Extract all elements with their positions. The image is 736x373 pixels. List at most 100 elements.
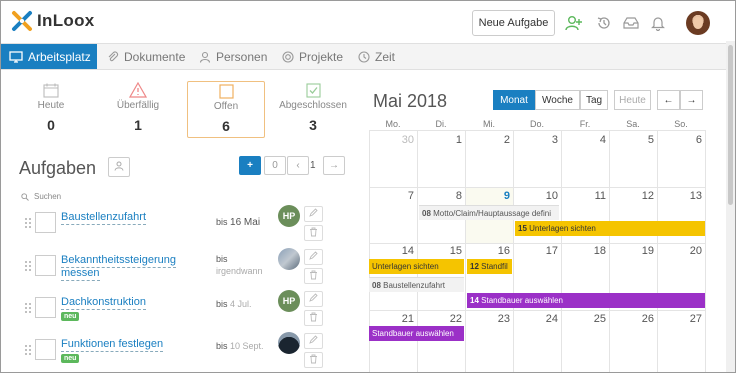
day-number[interactable]: 30 <box>394 134 414 146</box>
task-row[interactable]: Funktionen festlegen neu bis 10 Sept. <box>24 331 329 371</box>
task-checkbox[interactable] <box>35 297 56 318</box>
nav-item-personen[interactable]: Personen <box>199 44 267 69</box>
day-number[interactable]: 24 <box>538 313 558 325</box>
calendar-event[interactable]: 15 Unterlagen sichten <box>515 221 705 236</box>
calendar-event[interactable]: 08 Baustellenzufahrt <box>369 277 464 292</box>
next-page-button[interactable]: → <box>323 156 345 175</box>
view-week-button[interactable]: Woche <box>535 90 580 110</box>
task-checkbox[interactable] <box>35 255 56 276</box>
drag-handle[interactable] <box>24 260 32 272</box>
day-number[interactable]: 26 <box>634 313 654 325</box>
assignee-avatar[interactable] <box>278 248 300 270</box>
day-number[interactable]: 2 <box>490 134 510 146</box>
task-title[interactable]: Bekanntheitssteigerung <box>61 254 176 268</box>
task-title[interactable]: Baustellenzufahrt <box>61 211 146 225</box>
day-number[interactable]: 19 <box>634 245 654 257</box>
prev-page-button[interactable]: ‹ <box>287 156 309 175</box>
filter-button[interactable] <box>108 157 130 177</box>
day-number[interactable]: 13 <box>682 190 702 202</box>
day-number[interactable]: 18 <box>586 245 606 257</box>
inloox-logo[interactable]: InLoox <box>11 10 95 32</box>
delete-button[interactable] <box>304 225 323 241</box>
assignee-avatar[interactable]: HP <box>278 290 300 312</box>
trash-icon <box>309 227 318 240</box>
calendar-event[interactable]: 12 Standfil <box>467 259 512 274</box>
task-checkbox[interactable] <box>35 339 56 360</box>
edit-button[interactable] <box>304 206 323 222</box>
day-number[interactable]: 7 <box>394 190 414 202</box>
task-title-line2[interactable]: messen <box>61 267 100 281</box>
nav-item-zeit[interactable]: Zeit <box>358 44 395 69</box>
day-number[interactable]: 8 <box>442 190 462 202</box>
task-row[interactable]: Dachkonstruktion neu bis 4 Jul. HP <box>24 289 329 329</box>
task-search[interactable]: Suchen <box>21 192 61 201</box>
day-number-today[interactable]: 9 <box>490 190 510 202</box>
day-number[interactable]: 20 <box>682 245 702 257</box>
calendar-event[interactable]: Unterlagen sichten <box>369 259 464 274</box>
day-number[interactable]: 6 <box>682 134 702 146</box>
edit-button[interactable] <box>304 249 323 265</box>
day-number[interactable]: 14 <box>394 245 414 257</box>
task-row[interactable]: Baustellenzufahrt bis 16 Mai HP <box>24 204 329 244</box>
day-number[interactable]: 22 <box>442 313 462 325</box>
stat-abgeschlossen[interactable]: Abgeschlossen 3 <box>275 81 351 137</box>
day-number[interactable]: 23 <box>490 313 510 325</box>
nav-item-projekte[interactable]: Projekte <box>282 44 343 69</box>
drag-handle[interactable] <box>24 344 32 356</box>
day-number[interactable]: 10 <box>538 190 558 202</box>
day-number[interactable]: 4 <box>586 134 606 146</box>
user-avatar[interactable] <box>686 11 710 35</box>
calendar-event[interactable]: 14 Standbauer auswählen <box>467 293 705 308</box>
add-task-button[interactable]: + <box>239 156 261 175</box>
drag-handle[interactable] <box>24 217 32 229</box>
task-title[interactable]: Funktionen festlegen <box>61 338 164 352</box>
day-number[interactable]: 15 <box>442 245 462 257</box>
scrollbar-thumb[interactable] <box>728 45 733 205</box>
inbox-icon[interactable] <box>621 13 641 33</box>
task-row[interactable]: Bekanntheitssteigerung messen bis irgendw… <box>24 247 329 287</box>
due-prefix: bis <box>216 217 228 227</box>
day-number[interactable]: 21 <box>394 313 414 325</box>
scrollbar[interactable] <box>726 41 735 372</box>
history-icon[interactable] <box>594 13 614 33</box>
new-badge: neu <box>61 354 80 363</box>
calendar-event[interactable]: 08 Motto/Claim/Hauptaussage defini <box>419 205 559 220</box>
today-button[interactable]: Heute <box>614 90 651 110</box>
day-number[interactable]: 3 <box>538 134 558 146</box>
day-number[interactable]: 12 <box>634 190 654 202</box>
drag-handle[interactable] <box>24 302 32 314</box>
edit-button[interactable] <box>304 291 323 307</box>
new-task-button[interactable]: Neue Aufgabe <box>472 10 555 36</box>
add-user-icon[interactable] <box>564 13 584 33</box>
edit-button[interactable] <box>304 333 323 349</box>
zero-counter-button[interactable]: 0 <box>264 156 286 175</box>
delete-button[interactable] <box>304 268 323 284</box>
day-number[interactable]: 11 <box>586 190 606 202</box>
delete-button[interactable] <box>304 310 323 326</box>
day-number[interactable]: 25 <box>586 313 606 325</box>
bell-icon[interactable] <box>648 13 668 33</box>
grid-line <box>369 130 705 131</box>
view-day-button[interactable]: Tag <box>580 90 608 110</box>
calendar-prev-button[interactable]: ← <box>657 90 680 110</box>
day-number[interactable]: 1 <box>442 134 462 146</box>
nav-item-arbeitsplatz[interactable]: Arbeitsplatz <box>1 44 97 69</box>
calendar-event[interactable]: Standbauer auswählen <box>369 326 464 341</box>
task-checkbox[interactable] <box>35 212 56 233</box>
task-due: bis 16 Mai <box>216 217 260 228</box>
day-number[interactable]: 17 <box>538 245 558 257</box>
stat-heute[interactable]: Heute 0 <box>13 81 89 137</box>
assignee-avatar[interactable] <box>278 332 300 354</box>
view-month-button[interactable]: Monat <box>493 90 535 110</box>
assignee-avatar[interactable]: HP <box>278 205 300 227</box>
task-due: bis 10 Sept. <box>216 341 264 351</box>
delete-button[interactable] <box>304 352 323 368</box>
day-number[interactable]: 27 <box>682 313 702 325</box>
day-number[interactable]: 5 <box>634 134 654 146</box>
task-title[interactable]: Dachkonstruktion <box>61 296 146 310</box>
stat-ueberfaellig[interactable]: Überfällig 1 <box>100 81 176 137</box>
stat-offen[interactable]: Offen 6 <box>187 81 265 138</box>
day-number[interactable]: 16 <box>490 245 510 257</box>
calendar-next-button[interactable]: → <box>680 90 703 110</box>
nav-item-dokumente[interactable]: Dokumente <box>107 44 185 69</box>
